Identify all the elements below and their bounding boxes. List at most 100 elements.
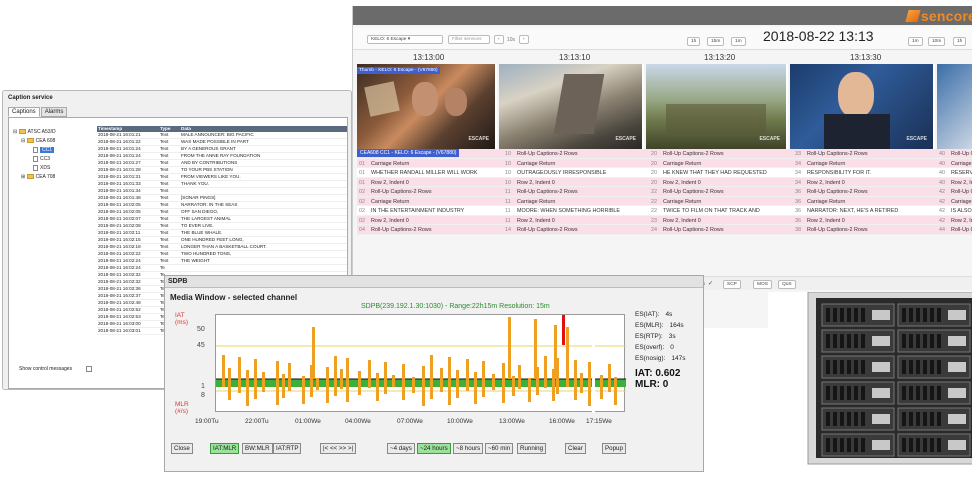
caption-log-row[interactable]: 2018-08-21 16:02:05 Text NARRATOR: IN THE …: [97, 202, 347, 209]
tab-captions[interactable]: Captions: [8, 107, 40, 117]
type-cell: Text: [160, 188, 169, 193]
video-thumbnail[interactable]: ESCAPE: [499, 64, 644, 150]
caption-log-row[interactable]: 2018-08-21 16:02:11 Text THE BLUE WHALE.: [97, 230, 347, 237]
tree-node-cea708[interactable]: ⊞ CEA 708: [13, 173, 56, 182]
range-60min-button[interactable]: ~60 min: [485, 443, 514, 454]
close-button[interactable]: Close: [171, 443, 193, 454]
cc608-frame-number: 04: [359, 227, 365, 233]
caption-log-row[interactable]: 2018-08-21 16:01:24 Text FROM THE ANNE RAY…: [97, 153, 347, 160]
cc608-row: 01 WHETHER RANDALL MILLER WILL WORK 10 OUTR…: [357, 168, 972, 178]
zoom-1h-button[interactable]: 1h: [687, 37, 701, 46]
iat-bar: [326, 367, 329, 403]
thumbnail-strip: Thumb - KELO: 6 Escape - (V67880) ESCAPE…: [357, 64, 972, 150]
caption-log-row[interactable]: 2018-08-21 16:01:27 Text AND BY CONTRIBUTI…: [97, 160, 347, 167]
drive-bay-vent: [826, 386, 830, 400]
es-stat-key: ES(overf):: [635, 344, 665, 351]
drive-bay-handle: [872, 362, 890, 372]
zoom-15m-button[interactable]: 15m: [707, 37, 725, 46]
data-cell: TO EVER LIVE.: [181, 223, 214, 228]
caption-log-row[interactable]: 2018-08-21 16:01:31 Text FROM VIEWERS LIKE…: [97, 174, 347, 181]
cc608-frame-number: 11: [505, 217, 511, 224]
step-back-button[interactable]: ‹: [494, 35, 504, 44]
tree-node-xds[interactable]: XDS: [13, 164, 56, 173]
range-24hours-button[interactable]: ~24 hours: [417, 443, 451, 454]
caption-log-row[interactable]: 2018-08-21 16:02:24 Te: [97, 265, 347, 272]
video-thumbnail[interactable]: ESCAPE: [790, 64, 935, 150]
range-8hours-button[interactable]: ~8 hours: [453, 443, 484, 454]
es-stat-key: ES(nosig):: [635, 355, 666, 362]
zoom-right-10m[interactable]: 10m: [928, 37, 946, 46]
cc608-frame-number: 34: [795, 170, 801, 176]
show-control-checkbox[interactable]: [86, 366, 93, 372]
caption-log-row[interactable]: 2018-08-21 16:01:21 Text MALE ANNOUNCER: B…: [97, 132, 347, 139]
tree-node-cc3[interactable]: CC3: [13, 155, 56, 164]
running-button[interactable]: Running: [517, 443, 547, 454]
drive-bay-vent: [826, 412, 830, 426]
qos-toggle[interactable]: QoS: [778, 280, 796, 289]
drive-bay-vent: [909, 438, 913, 452]
service-select[interactable]: KELO: 6 Escape ▾: [367, 35, 443, 44]
caption-log-row[interactable]: 2018-08-21 16:02:15 Text ONE HUNDRED FEET …: [97, 237, 347, 244]
iat-peak-bar: [508, 317, 511, 379]
drive-bay-vent: [909, 334, 913, 348]
step-forward-button[interactable]: ›: [519, 35, 529, 44]
drive-bay-vent: [930, 334, 934, 348]
video-thumbnail[interactable]: [937, 64, 972, 150]
nav-buttons[interactable]: |< << >> >|: [320, 443, 357, 454]
drive-bay-vent: [854, 308, 858, 322]
cc608-frame-number: 34: [795, 160, 801, 167]
cc608-frame-number: 36: [795, 217, 801, 224]
caption-log-row[interactable]: 2018-08-21 16:01:34 Text: [97, 188, 347, 195]
zoom-right-1m[interactable]: 1m: [908, 37, 923, 46]
drive-bay-vent: [861, 308, 865, 322]
caption-log-row[interactable]: 2018-08-21 16:02:05 Text OFF SAN DIEGO,: [97, 209, 347, 216]
iat-bar: [262, 372, 265, 392]
drive-bay-handle: [948, 440, 966, 450]
clear-button[interactable]: Clear: [565, 443, 586, 454]
caption-log-row[interactable]: 2018-08-21 16:01:22 Text WAS MADE POSSIBLE…: [97, 139, 347, 146]
caption-log-row[interactable]: 2018-08-21 16:02:07 Text THE LARGEST ANIMA…: [97, 216, 347, 223]
caption-log-row[interactable]: 2018-08-21 16:02:08 Text TO EVER LIVE.: [97, 223, 347, 230]
video-thumbnail[interactable]: ESCAPE: [646, 64, 788, 150]
tree-node-atsc[interactable]: ⊟ ATSC A53/D: [13, 128, 56, 137]
tab-alarms[interactable]: Alarms: [40, 107, 68, 117]
type-cell: Text: [160, 174, 169, 179]
caption-log-row[interactable]: 2018-08-21 16:01:28 Text TO YOUR PBS STATI…: [97, 167, 347, 174]
tree-node-cea608[interactable]: ⊟ CEA 608: [13, 137, 56, 146]
caption-log-row[interactable]: 2018-08-21 16:02:18 Text LONGER THAN A BAS…: [97, 244, 347, 251]
iat-bar: [608, 364, 611, 392]
drive-bay-vent: [861, 438, 865, 452]
caption-log-row[interactable]: 2018-08-21 16:01:33 Text THANK YOU.: [97, 181, 347, 188]
drive-bay-vent: [833, 386, 837, 400]
caption-log-row[interactable]: 2018-08-21 16:02:24 Text THE WEIGHT: [97, 258, 347, 265]
filter-services-input[interactable]: Filter services: [448, 35, 490, 44]
zoom-1m-button[interactable]: 1m: [731, 37, 746, 46]
es-stat-value: 0: [670, 344, 674, 351]
iat-rtp-button[interactable]: IAT:RTP: [273, 443, 302, 454]
iat-mlr-plot[interactable]: [215, 314, 626, 413]
caption-log-row[interactable]: 2018-08-21 16:02:22 Text TWO HUNDRED TONS,: [97, 251, 347, 258]
mos-toggle[interactable]: MOS: [753, 280, 772, 289]
range-4days-button[interactable]: ~4 days: [387, 443, 415, 454]
type-cell: Text: [160, 244, 169, 249]
bw-mlr-button[interactable]: BW:MLR: [242, 443, 273, 454]
drive-bay-vent: [826, 308, 830, 322]
caption-service-title: Caption service: [8, 95, 53, 101]
timestamp-cell: 2018-08-21 16:01:48: [98, 195, 141, 200]
caption-log-row[interactable]: 2018-08-21 16:01:48 Text [SONAR PINGS]: [97, 195, 347, 202]
tree-node-cc1[interactable]: CC1: [13, 146, 56, 155]
cc608-frame-number: 42: [939, 189, 945, 195]
iat-mlr-button[interactable]: IAT:MLR: [210, 443, 240, 454]
type-cell: Text: [160, 202, 169, 207]
cc608-frame-number: 36: [795, 198, 801, 205]
popup-button[interactable]: Popup: [602, 443, 626, 454]
checkmark-icon[interactable]: ✓: [708, 280, 713, 287]
video-thumbnail[interactable]: Thumb - KELO: 6 Escape - (V67880) ESCAPE: [357, 64, 497, 150]
data-cell: FROM THE ANNE RAY FOUNDATION: [181, 153, 261, 158]
timeline-date: 2018-08-22 13:13: [763, 28, 874, 44]
scp-toggle[interactable]: SCP: [723, 280, 741, 289]
type-cell: Text: [160, 258, 169, 263]
zoom-right-1h[interactable]: 1h: [953, 37, 967, 46]
caption-log-row[interactable]: 2018-08-21 16:01:24 Text BY A GENEROUS GRA…: [97, 146, 347, 153]
drive-bay-handle: [872, 336, 890, 346]
